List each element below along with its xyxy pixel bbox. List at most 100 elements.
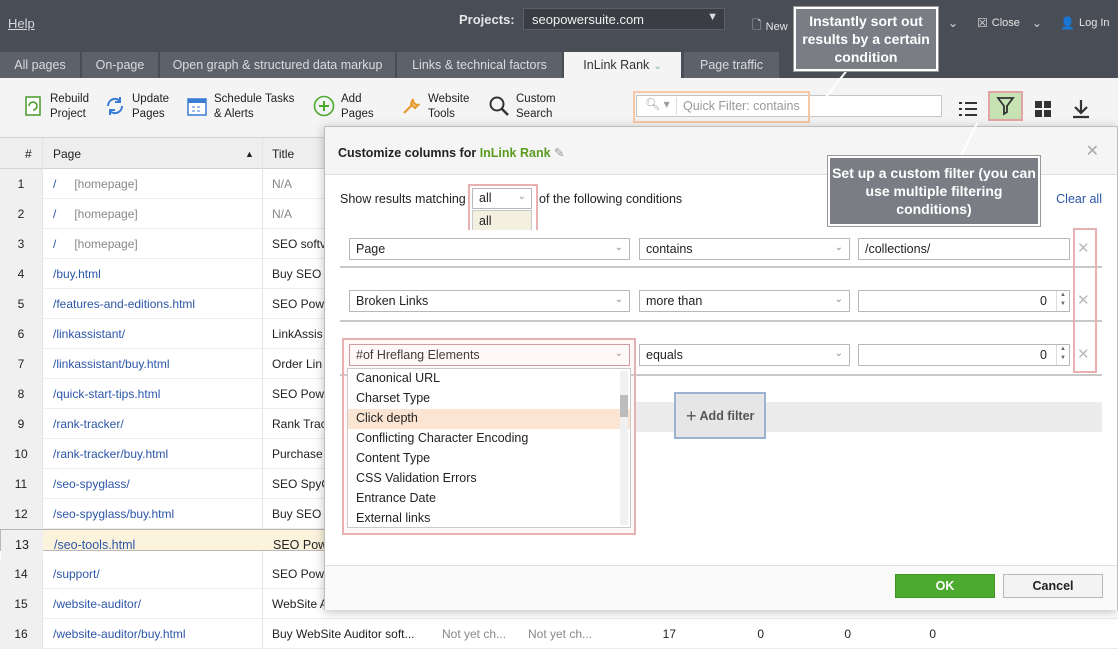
page-title-cell: Order Lin [272, 357, 323, 371]
field-option[interactable]: Charset Type [348, 389, 630, 409]
condition-operator-value: more than [646, 294, 703, 308]
clear-all-link[interactable]: Clear all [1056, 192, 1102, 206]
projects-label: Projects: [459, 12, 515, 27]
condition-field-value: Broken Links [356, 294, 429, 308]
condition-operator-select[interactable]: contains ⌄ [639, 238, 850, 260]
page-url-link[interactable]: /website-auditor/buy.html [53, 627, 186, 641]
page-url-link[interactable]: /support/ [53, 567, 100, 581]
chevron-down-button[interactable]: ⌄ [948, 16, 958, 30]
field-option[interactable]: Content Type [348, 449, 630, 469]
field-option[interactable]: Canonical URL [348, 369, 630, 389]
tab-inlink-rank[interactable]: InLink Rank ⌄ [564, 52, 681, 78]
page-title-cell: LinkAssis [272, 327, 323, 341]
page-title-cell: Buy WebSite Auditor soft... [272, 627, 415, 641]
condition-value-input[interactable]: 0 ▲ ▼ [858, 344, 1070, 366]
rebuild-project-button[interactable]: Rebuild Project [22, 92, 89, 122]
page-url-link[interactable]: /website-auditor/ [53, 597, 141, 611]
page-url-link[interactable]: /rank-tracker/buy.html [53, 447, 168, 461]
field-option[interactable]: Conflicting Character Encoding [348, 429, 630, 449]
website-tools-button[interactable]: Website Tools [400, 92, 469, 122]
column-header-title[interactable]: Title [272, 147, 294, 161]
field-option[interactable]: CSS Validation Errors [348, 469, 630, 489]
schedule-tasks-button[interactable]: Schedule Tasks & Alerts [186, 92, 294, 122]
tab-on-page[interactable]: On-page [82, 52, 158, 78]
condition-field-select[interactable]: Page ⌄ [349, 238, 630, 260]
dropdown-scrollbar[interactable] [620, 371, 628, 525]
page-url-link[interactable]: /rank-tracker/ [53, 417, 124, 431]
chevron-down-icon: ▼ [707, 11, 718, 23]
grid-view-icon[interactable] [1030, 96, 1056, 122]
add-pages-button[interactable]: Add Pages [313, 92, 374, 122]
chevron-down-icon: ⌄ [834, 242, 843, 253]
page-url-text: / [53, 237, 57, 251]
table-row[interactable]: 16/website-auditor/buy.html Buy WebSite A… [0, 619, 1118, 649]
condition-field-value: Page [356, 242, 386, 256]
pencil-icon[interactable]: ✎ [554, 146, 564, 160]
page-url-text: /linkassistant/buy.html [53, 357, 170, 371]
homepage-label: [homepage] [74, 177, 138, 191]
tab-label: Open graph & structured data markup [172, 58, 383, 72]
row-number: 9 [17, 417, 25, 431]
list-view-icon[interactable] [955, 96, 981, 122]
page-url-link[interactable]: / [homepage] [53, 237, 138, 251]
filter-condition: Page ⌄ contains ⌄ /collections/ ✕ [340, 230, 1102, 268]
tab-open-graph[interactable]: Open graph & structured data markup [160, 52, 395, 78]
column-header-number[interactable]: # [25, 147, 32, 161]
page-url-link[interactable]: /quick-start-tips.html [53, 387, 160, 401]
page-title-cell: SEO SpyG [272, 477, 331, 491]
page-url-text: /seo-tools.html [54, 538, 136, 552]
login-label: Log In [1078, 17, 1110, 29]
page-url-link[interactable]: /features-and-editions.html [53, 297, 195, 311]
help-menu[interactable]: Help [8, 16, 35, 31]
callout-quick-filter: Instantly sort out results by a certain … [794, 7, 938, 71]
new-document-icon: 🗋 [752, 18, 762, 32]
page-url-link[interactable]: /buy.html [53, 267, 101, 281]
field-option[interactable]: External links [348, 509, 630, 529]
page-url-link[interactable]: /seo-tools.html [54, 538, 135, 552]
column-header-page[interactable]: Page [53, 147, 81, 161]
custom-filter-button[interactable] [988, 91, 1023, 121]
row-cell-c2: Not yet ch... [528, 627, 593, 641]
scrollbar-thumb[interactable] [620, 395, 628, 417]
row-cell-c3: 17 [662, 627, 676, 641]
cancel-button[interactable]: Cancel [1003, 574, 1103, 598]
chevron-down-icon: ⌄ [653, 61, 662, 72]
condition-operator-select[interactable]: equals ⌄ [639, 344, 850, 366]
page-title-cell: SEO Pow [272, 297, 325, 311]
page-url-link[interactable]: / [homepage] [53, 177, 138, 191]
stepper-icon[interactable]: ▲ ▼ [1056, 291, 1069, 311]
condition-operator-select[interactable]: more than ⌄ [639, 290, 850, 312]
update-pages-button[interactable]: Update Pages [104, 92, 169, 122]
close-project-button[interactable]: ☒ Close ⌄ [977, 16, 1042, 30]
custom-search-button[interactable]: Custom Search [488, 92, 556, 122]
ok-button[interactable]: OK [895, 574, 995, 598]
callout-custom-filter: Set up a custom filter (you can use mult… [828, 156, 1040, 226]
condition-value-input[interactable]: 0 ▲ ▼ [858, 290, 1070, 312]
condition-value-input[interactable]: /collections/ [858, 238, 1070, 260]
page-url-link[interactable]: / [homepage] [53, 207, 138, 221]
page-url-link[interactable]: /linkassistant/buy.html [53, 357, 170, 371]
condition-field-select[interactable]: Broken Links ⌄ [349, 290, 630, 312]
page-url-link[interactable]: /seo-spyglass/ [53, 477, 130, 491]
add-filter-button[interactable]: + Add filter [674, 392, 766, 439]
rebuild-icon [25, 96, 41, 116]
chevron-down-icon: ⌄ [834, 294, 843, 305]
page-title-cell: Purchase [272, 447, 323, 461]
row-number: 16 [14, 627, 28, 641]
field-option[interactable]: Click depth [348, 409, 630, 429]
page-url-link[interactable]: /linkassistant/ [53, 327, 125, 341]
download-icon[interactable] [1068, 96, 1094, 122]
stepper-icon[interactable]: ▲ ▼ [1056, 345, 1069, 365]
add-pages-label: Add Pages [341, 93, 374, 120]
page-url-text: /buy.html [53, 267, 101, 281]
tab-links-technical[interactable]: Links & technical factors [397, 52, 562, 78]
new-project-button[interactable]: 🗋 New [752, 16, 788, 37]
tab-all-pages[interactable]: All pages [0, 52, 80, 78]
tab-page-traffic[interactable]: Page traffic [684, 52, 779, 78]
field-option[interactable]: Entrance Date [348, 489, 630, 509]
project-select[interactable]: seopowersuite.com ▼ [523, 8, 725, 30]
login-button[interactable]: 👤 Log In [1060, 16, 1110, 30]
page-url-link[interactable]: /seo-spyglass/buy.html [53, 507, 174, 521]
page-url-text: /website-auditor/buy.html [53, 627, 186, 641]
close-icon[interactable]: ✕ [1086, 141, 1099, 161]
